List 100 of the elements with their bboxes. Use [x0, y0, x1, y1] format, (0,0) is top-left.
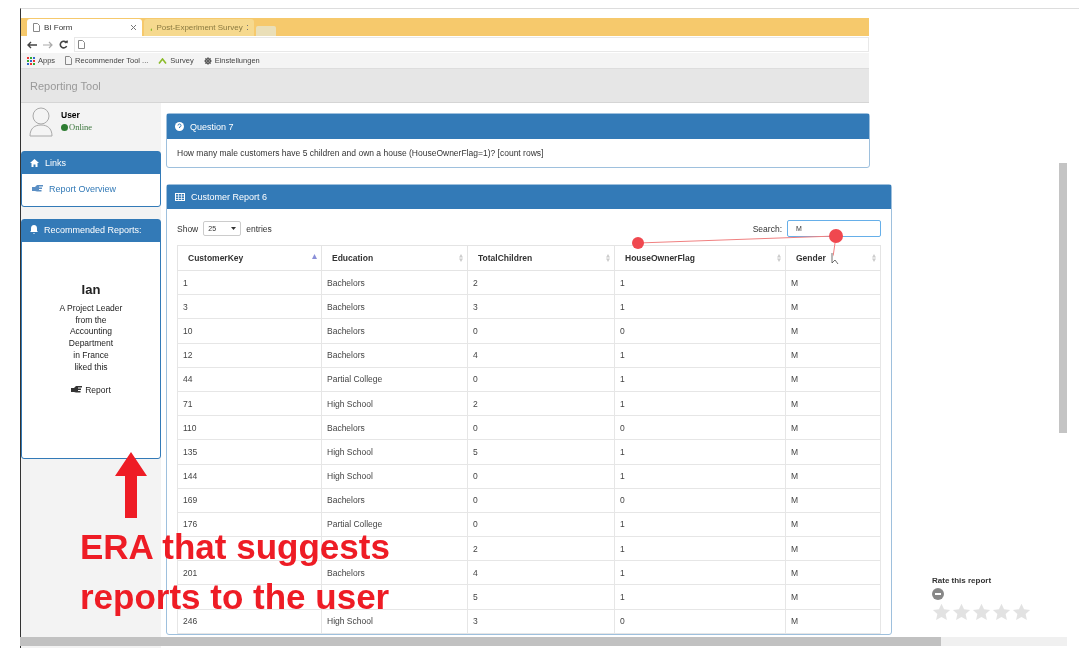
panel-title: Links	[45, 158, 66, 168]
table-cell: 5	[467, 439, 615, 464]
table-cell: 0	[467, 512, 615, 537]
table-cell: 1	[614, 270, 786, 295]
clear-rating-icon[interactable]	[932, 588, 944, 600]
table-cell: M	[785, 584, 881, 610]
table-cell: High School	[321, 439, 468, 464]
report-link[interactable]: Report	[71, 385, 111, 396]
table-cell: M	[785, 464, 881, 489]
table-cell: M	[785, 318, 881, 344]
new-tab-button[interactable]	[256, 26, 276, 36]
table-cell: 0	[467, 415, 615, 440]
table-cell: 135	[177, 439, 322, 464]
table-cell: 1	[614, 512, 786, 537]
table-cell: 246	[177, 609, 322, 634]
table-cell: 0	[467, 488, 615, 513]
table-cell: 1	[614, 391, 786, 416]
panel-title: Customer Report 6	[191, 192, 268, 202]
star-icon[interactable]	[952, 603, 971, 621]
bell-icon	[30, 225, 38, 234]
table-cell: 3	[467, 609, 615, 634]
table-cell: 169	[177, 488, 322, 513]
star-icon[interactable]	[972, 603, 991, 621]
table-cell: 2	[467, 391, 615, 416]
back-icon[interactable]	[27, 40, 37, 49]
table-cell: M	[785, 294, 881, 319]
table-cell: 110	[177, 415, 322, 440]
column-header[interactable]: Gender	[785, 245, 881, 271]
forward-icon[interactable]	[43, 40, 53, 49]
table-cell: 1	[614, 294, 786, 319]
scrollbar-thumb[interactable]	[1059, 163, 1067, 433]
table-cell: 0	[467, 464, 615, 489]
table-cell: 1	[614, 584, 786, 610]
table-cell: M	[785, 367, 881, 392]
recommendation-text: A Project Leader from the Accounting Department in France liked this	[59, 303, 123, 374]
table-cell: 0	[614, 318, 786, 344]
table-cell: Bachelors	[321, 343, 468, 368]
question-text: How many male customers have 5 children and own a house (HouseOwnerFlag=1)? [count rows]	[176, 147, 545, 160]
rating-label: Rate this report	[932, 576, 993, 585]
table-cell: M	[785, 343, 881, 368]
table-cell: Bachelors	[321, 488, 468, 513]
table-cell: 1	[177, 270, 322, 295]
show-label: Show	[177, 223, 199, 234]
status-dot-icon	[61, 123, 68, 131]
table-cell: 0	[614, 488, 786, 513]
table-cell: Bachelors	[321, 318, 468, 344]
page-icon	[33, 23, 40, 32]
table-cell: 144	[177, 464, 322, 489]
browser-tab[interactable]: BI Form	[27, 19, 142, 36]
table-cell: Bachelors	[321, 294, 468, 319]
column-header[interactable]: TotalChildren	[467, 245, 615, 271]
table-cell: 5	[467, 584, 615, 610]
table-cell: 10	[177, 318, 322, 344]
report-link[interactable]: Report Overview	[22, 174, 160, 206]
panel-title: Question 7	[190, 121, 234, 132]
up-arrow-icon	[115, 452, 147, 518]
horizontal-scrollbar[interactable]	[20, 637, 1067, 646]
table-cell: 2	[467, 536, 615, 561]
table-cell: 1	[614, 367, 786, 392]
table-cell: Bachelors	[321, 415, 468, 440]
table-cell: High School	[321, 609, 468, 634]
online-status: Online	[61, 122, 93, 132]
table-cell: M	[785, 439, 881, 464]
app-title: Reporting Tool	[30, 79, 101, 92]
table-cell: Bachelors	[321, 560, 468, 585]
gear-icon	[203, 56, 212, 65]
column-header[interactable]: HouseOwnerFlag	[614, 245, 786, 271]
table-cell: 0	[614, 609, 786, 634]
table-cell: 44	[177, 367, 322, 392]
entries-label: entries	[246, 223, 272, 234]
table-cell: 1	[614, 343, 786, 368]
star-icon[interactable]	[1012, 603, 1031, 621]
table-cell: 2	[467, 270, 615, 295]
table-cell: M	[785, 270, 881, 295]
user-avatar-icon	[29, 107, 53, 137]
question-icon	[175, 122, 184, 131]
column-header[interactable]: CustomerKey	[177, 245, 322, 271]
column-header[interactable]: Education	[321, 245, 468, 271]
address-bar[interactable]	[74, 37, 869, 52]
table-icon	[175, 193, 185, 201]
table-cell: 4	[467, 560, 615, 585]
table-cell: 12	[177, 343, 322, 368]
table-cell: M	[785, 415, 881, 440]
star-icon[interactable]	[932, 603, 951, 621]
table-cell: High School	[321, 464, 468, 489]
reload-icon[interactable]	[59, 40, 68, 49]
table-cell: M	[785, 560, 881, 585]
table-cell: 0	[467, 318, 615, 344]
click-marker-icon	[829, 229, 843, 243]
table-cell: 3	[467, 294, 615, 319]
grid-icon	[27, 56, 35, 65]
search-label: Search:	[752, 223, 782, 234]
caret-icon	[231, 227, 237, 230]
table-cell: M	[785, 609, 881, 634]
star-rating[interactable]	[932, 603, 1031, 621]
star-icon[interactable]	[992, 603, 1011, 621]
table-cell: 3	[177, 294, 322, 319]
table-cell: 71	[177, 391, 322, 416]
pointing-hand-icon	[71, 386, 83, 395]
table-cell: Bachelors	[321, 270, 468, 295]
